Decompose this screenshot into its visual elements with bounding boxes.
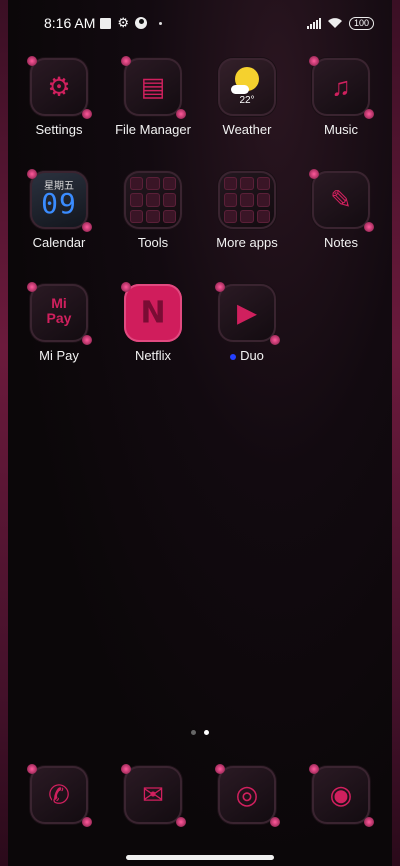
camera-icon xyxy=(135,17,148,29)
browser-icon: ◎ xyxy=(215,764,280,827)
settings-icon: ⚙ xyxy=(27,56,92,119)
new-install-dot xyxy=(230,353,237,360)
home-gesture-bar[interactable] xyxy=(126,855,274,860)
app-settings[interactable]: ⚙ Settings xyxy=(13,56,105,137)
globe-icon: ◎ xyxy=(235,779,259,810)
calendar-day: 09 xyxy=(41,187,77,220)
folder-more-apps[interactable]: More apps xyxy=(201,171,293,250)
mi-pay-logo-line2: Pay xyxy=(46,310,72,326)
settings-gear-icon: ⚙ xyxy=(117,15,130,30)
dock-camera[interactable]: ◉ xyxy=(295,764,387,827)
app-mi-pay[interactable]: Mi Pay Mi Pay xyxy=(13,282,105,363)
app-label: Mi Pay xyxy=(39,348,79,363)
dock-phone[interactable]: ✆ xyxy=(13,764,105,827)
app-music[interactable]: ♫ Music xyxy=(295,56,387,137)
app-netflix[interactable]: N Netflix xyxy=(107,282,199,363)
app-label: Settings xyxy=(35,122,83,137)
netflix-logo-icon: N xyxy=(140,295,166,331)
dock-messages[interactable]: ✉ xyxy=(107,764,199,827)
camera-app-icon: ◉ xyxy=(309,764,374,827)
page-dot-active[interactable] xyxy=(204,730,209,735)
mi-pay-logo-line1: Mi xyxy=(51,295,67,311)
weather-icon: 22° xyxy=(218,58,276,116)
phone-handset-icon: ✆ xyxy=(48,779,70,810)
calendar-icon: 星期五 09 xyxy=(27,169,92,232)
page-dot[interactable] xyxy=(191,730,196,735)
more-apps-folder-icon xyxy=(218,171,276,229)
status-time: 8:16 AM xyxy=(44,15,96,31)
phone-icon: ✆ xyxy=(27,764,92,827)
folder-label: More apps xyxy=(216,235,278,250)
lens-icon: ◉ xyxy=(329,779,353,810)
battery-icon: 100 xyxy=(348,16,374,30)
page-indicator[interactable] xyxy=(0,730,400,735)
file-manager-icon: ▤ xyxy=(121,56,186,119)
app-weather[interactable]: 22° Weather xyxy=(201,58,293,137)
notification-square-icon xyxy=(100,17,112,29)
app-notes[interactable]: ✎ Notes xyxy=(295,169,387,250)
app-label: Duo xyxy=(240,348,264,363)
app-calendar[interactable]: 星期五 09 Calendar xyxy=(13,169,105,250)
wifi-icon xyxy=(327,18,342,28)
app-label: Netflix xyxy=(134,348,172,363)
message-bubble-icon: ✉ xyxy=(142,779,164,810)
weather-temperature: 22° xyxy=(239,95,255,106)
duo-icon: ▶ xyxy=(215,282,280,345)
signal-icon xyxy=(306,17,321,29)
app-label: Music xyxy=(324,122,358,137)
more-notifications-dot xyxy=(159,21,163,25)
cloud-icon xyxy=(231,85,249,94)
wallpaper-frame-right xyxy=(392,0,400,866)
app-label: Calendar xyxy=(32,235,86,250)
app-duo[interactable]: ▶ Duo xyxy=(201,282,293,363)
app-label: File Manager xyxy=(115,122,191,137)
wallpaper-frame-left xyxy=(0,0,8,866)
status-bar: 8:16 AM ⚙ 100 xyxy=(44,12,374,34)
netflix-icon: N xyxy=(121,282,182,342)
folder-icon: ▤ xyxy=(140,71,166,102)
folder-tools[interactable]: Tools xyxy=(107,171,199,250)
mi-pay-icon: Mi Pay xyxy=(27,282,92,345)
gear-icon: ⚙ xyxy=(47,71,71,102)
dock-browser[interactable]: ◎ xyxy=(201,764,293,827)
folder-label: Tools xyxy=(137,235,169,250)
tools-folder-icon xyxy=(124,171,182,229)
video-camera-icon: ▶ xyxy=(237,297,257,328)
app-label: Notes xyxy=(324,235,358,250)
app-label: Weather xyxy=(222,122,272,137)
notes-icon: ✎ xyxy=(309,169,374,232)
music-note-icon: ♫ xyxy=(331,71,351,102)
messages-icon: ✉ xyxy=(121,764,186,827)
pencil-icon: ✎ xyxy=(330,184,352,215)
music-icon: ♫ xyxy=(309,56,374,119)
app-file-manager[interactable]: ▤ File Manager xyxy=(107,56,199,137)
